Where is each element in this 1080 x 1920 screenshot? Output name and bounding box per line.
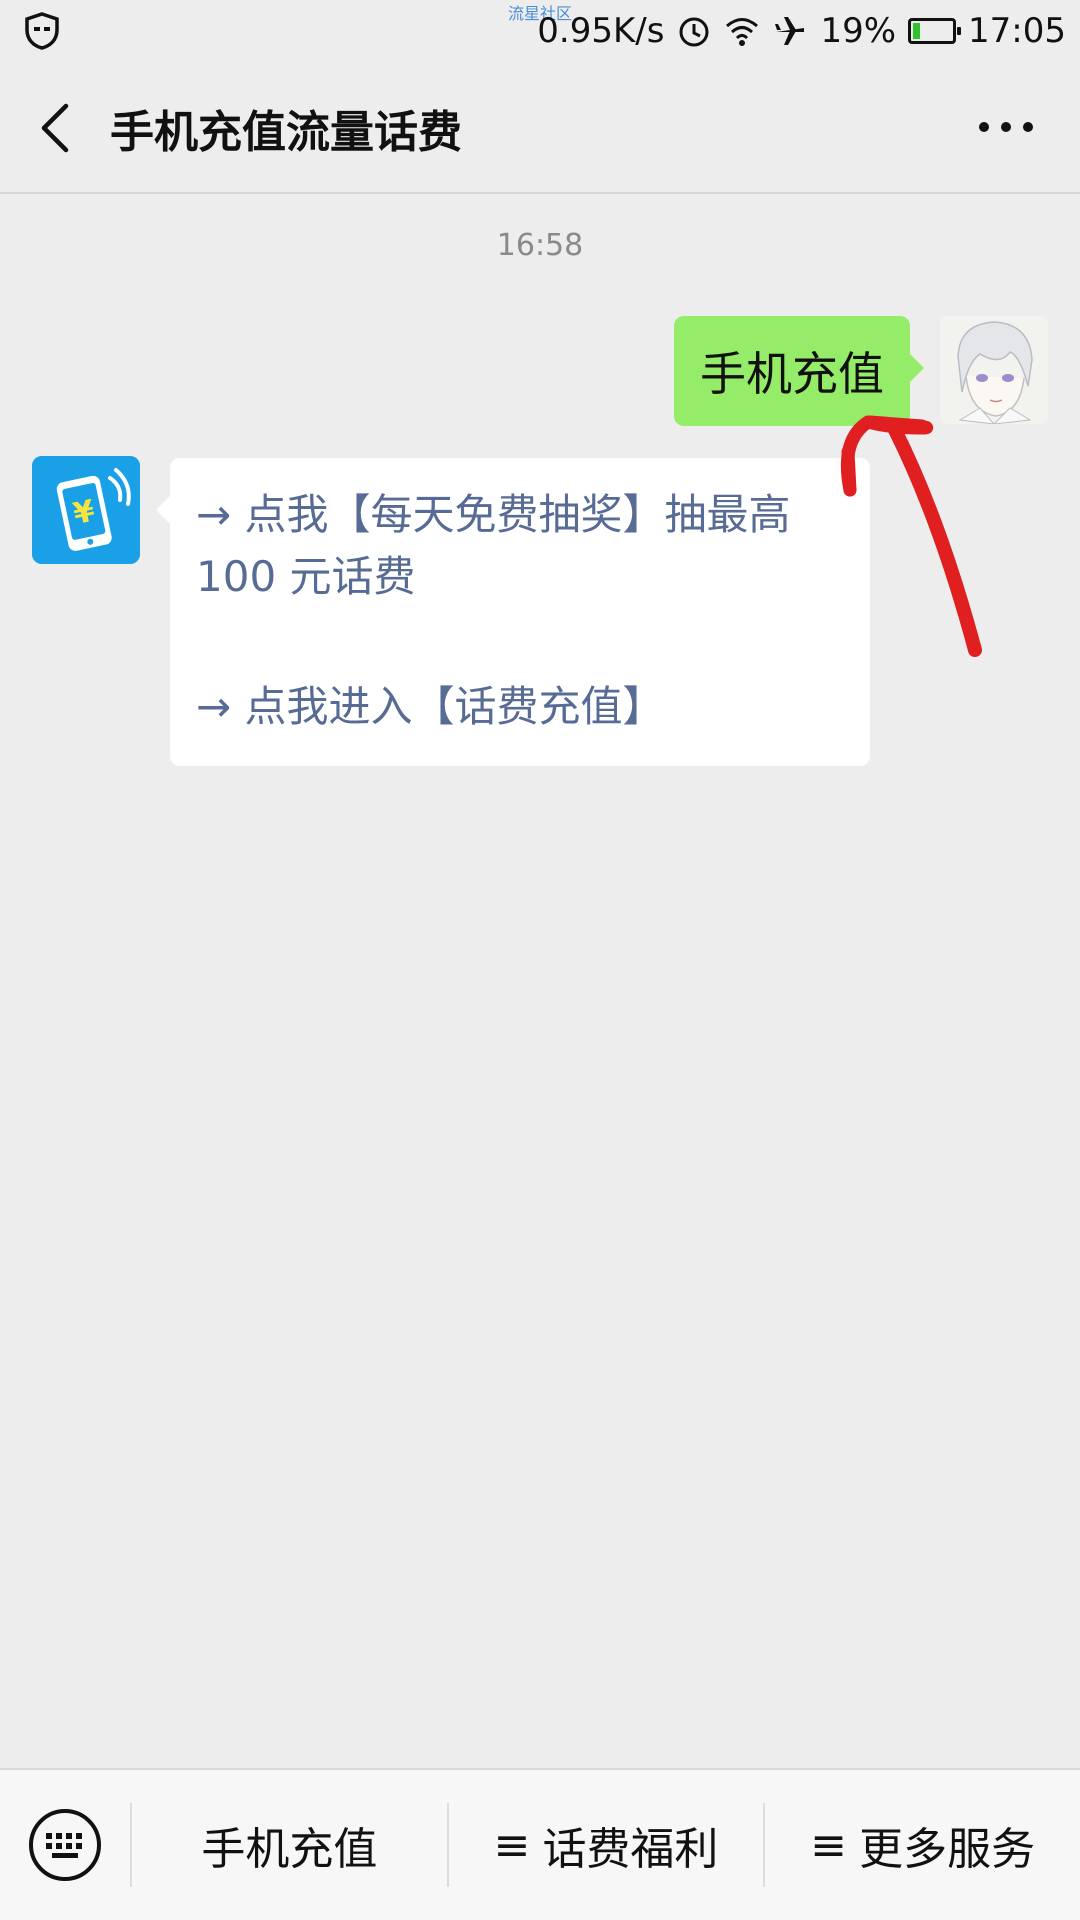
submenu-icon: ≡ [810,1819,848,1871]
chevron-left-icon[interactable] [36,102,76,154]
message-timestamp: 16:58 [496,228,584,263]
shield-icon [25,12,59,50]
menu-more-services[interactable]: ≡ 更多服务 [765,1770,1080,1920]
bottom-menu-bar: 手机充值 ≡ 话费福利 ≡ 更多服务 [0,1768,1080,1920]
airplane-icon [775,17,805,45]
phone-yen-icon: ¥ [32,456,140,564]
lottery-link[interactable]: → 点我【每天免费抽奖】抽最高100 元话费 [196,484,848,608]
menu-more-services-label: 更多服务 [859,1824,1036,1875]
sent-message-bubble[interactable]: 手机充值 [674,316,924,426]
avatar[interactable] [940,316,1048,424]
more-dots-icon[interactable] [976,112,1036,142]
official-account-avatar[interactable]: ¥ [32,456,140,564]
header-bar: 手机充值流量话费 [0,62,1080,194]
net-speed: 0.95K/s [537,11,665,51]
keyboard-icon [29,1809,101,1881]
battery-percent: 19% [820,11,897,51]
page-title: 手机充值流量话费 [110,107,462,158]
menu-recharge-label: 手机充值 [201,1824,378,1875]
status-bar: 流星社区 0.95K/s 19% 17:05 [0,0,1080,62]
menu-recharge[interactable]: 手机充值 [132,1770,447,1920]
menu-benefits[interactable]: ≡ 话费福利 [449,1770,764,1920]
battery-icon [908,18,962,44]
submenu-icon: ≡ [493,1819,531,1871]
clock: 17:05 [968,11,1066,51]
wifi-icon [726,18,759,46]
received-message-bubble: → 点我【每天免费抽奖】抽最高100 元话费 → 点我进入【话费充值】 [156,458,870,766]
sent-message-text: 手机充值 [700,347,884,401]
keyboard-toggle-button[interactable] [0,1770,130,1920]
menu-benefits-label: 话费福利 [542,1824,719,1875]
user-avatar-image [940,316,1048,424]
recharge-link[interactable]: → 点我进入【话费充值】 [196,676,848,738]
alarm-icon [679,17,709,47]
